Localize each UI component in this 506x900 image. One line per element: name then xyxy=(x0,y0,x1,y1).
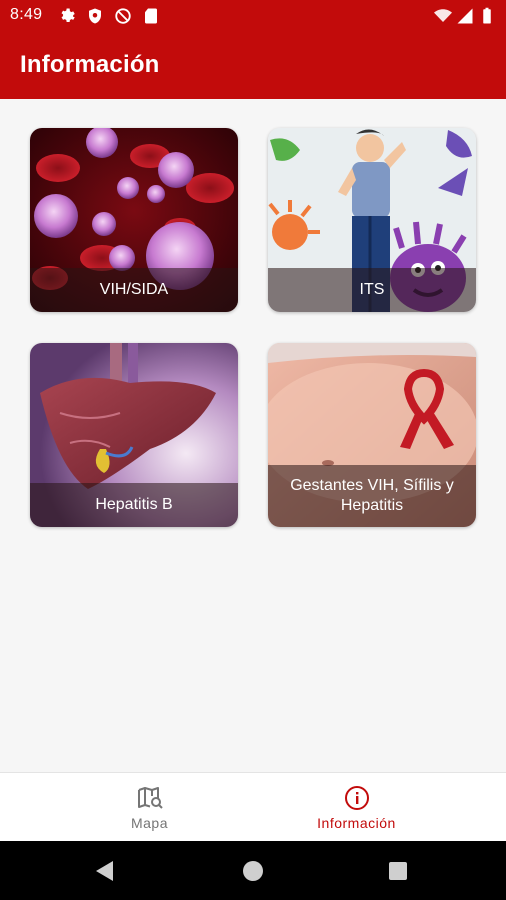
map-search-icon xyxy=(137,787,163,809)
signal-icon xyxy=(457,8,473,24)
card-vih-sida[interactable]: VIH/SIDA xyxy=(30,128,238,312)
recents-icon[interactable] xyxy=(389,862,407,880)
shield-icon xyxy=(89,8,101,24)
card-its[interactable]: ITS xyxy=(268,128,476,312)
card-label: ITS xyxy=(268,268,476,312)
status-bar: 8:49 xyxy=(0,0,506,32)
app-header: 8:49 Información xyxy=(0,0,506,99)
no-disturb-icon xyxy=(115,8,131,24)
wifi-icon xyxy=(434,9,452,22)
card-hepatitis-b[interactable]: Hepatitis B xyxy=(30,343,238,527)
status-time: 8:49 xyxy=(10,6,43,23)
nav-label-informacion: Información xyxy=(317,815,396,831)
back-icon[interactable] xyxy=(96,861,114,881)
system-navigation-bar xyxy=(0,841,506,900)
info-icon xyxy=(344,786,369,810)
battery-icon xyxy=(483,7,491,24)
card-gestantes[interactable]: Gestantes VIH, Sífilis y Hepatitis xyxy=(268,343,476,527)
page-title: Información xyxy=(20,51,160,78)
nav-label-mapa: Mapa xyxy=(130,815,169,831)
card-label: VIH/SIDA xyxy=(30,268,238,312)
bottom-navigation: Mapa Información xyxy=(0,772,506,841)
nav-item-informacion[interactable]: Información xyxy=(230,773,483,842)
card-label: Hepatitis B xyxy=(30,483,238,527)
sd-card-icon xyxy=(145,8,157,24)
card-label: Gestantes VIH, Sífilis y Hepatitis xyxy=(268,465,476,527)
gear-icon xyxy=(61,8,75,23)
home-icon[interactable] xyxy=(243,861,263,881)
